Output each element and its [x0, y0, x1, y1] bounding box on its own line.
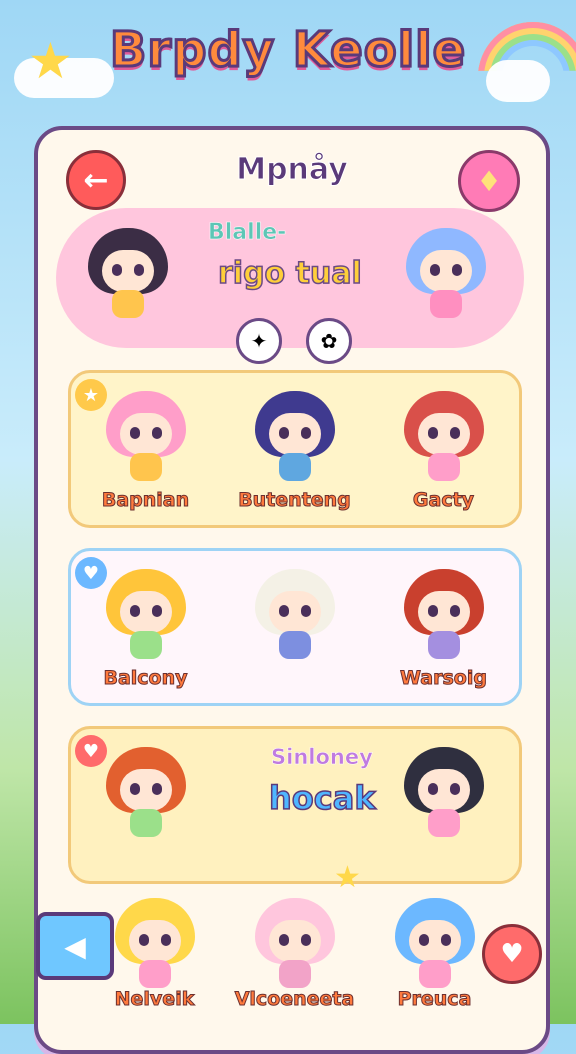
character-slot[interactable] [369, 729, 518, 881]
character-row-1: ★ Bapnian Butenteng Gacty [68, 370, 522, 528]
featured-avatar-left[interactable] [88, 228, 168, 318]
character-row-2: ♥ Balcony Warsoig [68, 548, 522, 706]
gift-button[interactable]: ♦ [458, 150, 520, 212]
character-slot[interactable]: Gacty [369, 373, 518, 525]
card-title: hocak [268, 778, 376, 818]
character-name: Preuca [397, 988, 472, 1011]
character-name: Bapnian [101, 489, 190, 512]
character-slot[interactable]: Warsoig [369, 551, 518, 703]
character-slot[interactable]: Bapnian [71, 373, 220, 525]
character-slot[interactable]: Butenteng [220, 373, 369, 525]
speech-bubble-icon: ✿ [306, 318, 352, 364]
card-subtitle: Sinloney [271, 745, 373, 770]
featured-card-2[interactable]: ♥ Sinloney hocak [68, 726, 522, 884]
character-slot[interactable] [71, 729, 220, 881]
character-row-3: Nelveik Vlcoeneeta Preuca [60, 880, 516, 1024]
featured-avatar-right[interactable] [406, 228, 486, 318]
character-slot[interactable] [220, 551, 369, 703]
character-name: Gacty [412, 489, 475, 512]
character-name: Vlcoeneeta [234, 988, 355, 1011]
arrow-left-icon: ◀ [64, 929, 86, 963]
character-slot[interactable]: Vlcoeneeta [220, 880, 369, 1024]
featured-subtitle: Blalle- [208, 220, 287, 246]
character-name: Balcony [103, 667, 188, 690]
character-name: Warsoig [400, 667, 488, 690]
gift-icon: ♦ [476, 164, 502, 198]
favorite-button[interactable]: ♥ [482, 924, 542, 984]
featured-title: rigo tual [217, 255, 362, 292]
character-name: Nelveik [114, 988, 195, 1011]
character-slot[interactable]: Balcony [71, 551, 220, 703]
tv-back-button[interactable]: ◀ [36, 912, 114, 980]
heart-icon: ♥ [500, 939, 524, 969]
character-name: Butenteng [238, 489, 352, 512]
game-title: Brpdy Keolle [108, 21, 467, 80]
speech-bubble-icon: ✦ [236, 318, 282, 364]
